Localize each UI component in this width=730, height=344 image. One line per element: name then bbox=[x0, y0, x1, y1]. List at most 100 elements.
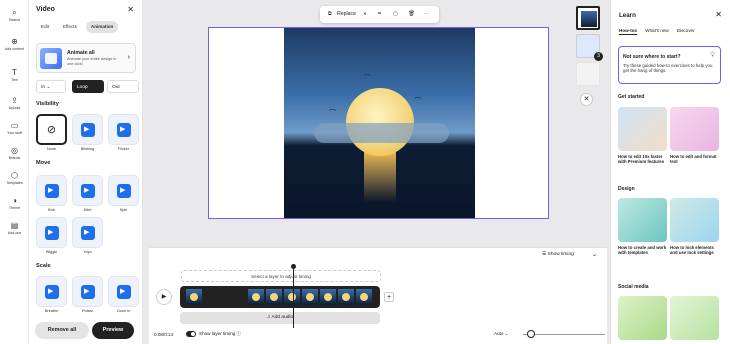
learn-title: Learn bbox=[619, 12, 636, 19]
tip-text: Try these guided how-to exercises to hel… bbox=[623, 63, 713, 74]
none-icon: ⊘ bbox=[46, 124, 57, 136]
page-thumbnail-2[interactable]: 3 bbox=[576, 34, 603, 61]
anim-spin[interactable]: Spin bbox=[108, 175, 139, 213]
anim-pulsar[interactable]: Pulsar bbox=[72, 276, 103, 314]
track-frame bbox=[338, 289, 354, 305]
show-timing-button[interactable]: ☰ Show timing bbox=[542, 252, 574, 257]
tab-effects[interactable]: Effects bbox=[58, 21, 82, 33]
learn-card[interactable] bbox=[670, 296, 719, 340]
design-heading: Design bbox=[618, 186, 635, 192]
track-frame bbox=[186, 289, 202, 305]
delete-icon[interactable]: 🗑︎ bbox=[408, 6, 415, 23]
add-audio-button[interactable]: ♫ Add audio bbox=[180, 312, 380, 324]
chevron-down-icon[interactable]: ⌄ bbox=[592, 251, 597, 258]
preview-button[interactable]: Preview bbox=[92, 322, 134, 339]
rail-add-ons[interactable]: ▤ Add-ons bbox=[0, 221, 29, 236]
chevron-right-icon: › bbox=[127, 54, 130, 61]
rail-templates[interactable]: ⬡ Templates bbox=[0, 171, 29, 186]
zoom-slider-handle[interactable] bbox=[527, 330, 535, 338]
anim-none[interactable]: ⊘ None bbox=[36, 114, 67, 152]
track-frame bbox=[284, 289, 300, 305]
add-page-button[interactable]: + bbox=[384, 292, 394, 302]
tab-animation[interactable]: Animation bbox=[85, 21, 119, 33]
close-icon[interactable]: ✕ bbox=[715, 10, 722, 19]
learn-tabs: How-tos What's new Discover bbox=[619, 28, 695, 35]
video-track[interactable] bbox=[180, 286, 380, 308]
anim-zoom-in[interactable]: Zoom in bbox=[108, 276, 139, 314]
more-icon[interactable]: ⋯ bbox=[424, 6, 429, 23]
learn-card[interactable] bbox=[618, 296, 667, 340]
animate-all-card[interactable]: Animate all Animate your entire design i… bbox=[36, 43, 136, 73]
replace-icon: ⧉ bbox=[328, 11, 332, 17]
replace-button[interactable]: Replace bbox=[337, 6, 356, 23]
direction-out[interactable]: Out bbox=[107, 80, 139, 93]
pulsar-icon bbox=[81, 285, 95, 299]
blinking-icon bbox=[81, 123, 95, 137]
add-ons-icon: ▤ bbox=[10, 221, 19, 230]
tip-card[interactable]: Not sure where to start? Try these guide… bbox=[618, 46, 721, 84]
volume-icon[interactable]: 🔈︎ bbox=[364, 6, 367, 23]
animate-all-title: Animate all bbox=[67, 50, 95, 56]
close-pages-icon[interactable]: ✕ bbox=[580, 93, 593, 106]
anim-wiggle[interactable]: Wiggle bbox=[36, 217, 67, 255]
rail-text[interactable]: T Text bbox=[0, 68, 29, 83]
anim-blinking[interactable]: Blinking bbox=[72, 114, 103, 152]
move-heading: Move bbox=[36, 160, 51, 166]
panel-title: Video bbox=[36, 6, 55, 13]
rail-search[interactable]: ⌕ Search bbox=[0, 8, 29, 23]
close-icon[interactable]: ✕ bbox=[127, 5, 134, 14]
play-button[interactable]: ▶ bbox=[156, 289, 172, 305]
search-icon: ⌕ bbox=[12, 8, 17, 17]
zoom-in-icon bbox=[117, 285, 131, 299]
bob-icon bbox=[45, 184, 59, 198]
rail-theme[interactable]: ◑ Theme bbox=[0, 196, 29, 211]
anim-breathe[interactable]: Breathe bbox=[36, 276, 67, 314]
tab-discover[interactable]: Discover bbox=[677, 28, 695, 35]
rail-upload[interactable]: ⇪ Upload bbox=[0, 96, 29, 111]
chevron-down-icon: ⌄ bbox=[504, 331, 509, 336]
wiggle-icon bbox=[45, 226, 59, 240]
tab-edit[interactable]: Edit bbox=[36, 21, 54, 33]
page-thumbnail-1[interactable] bbox=[576, 6, 600, 30]
playhead[interactable] bbox=[291, 264, 296, 328]
learn-card[interactable]: How to edit and format text bbox=[670, 107, 719, 164]
theme-icon: ◑ bbox=[12, 196, 17, 205]
timing-icon: ☰ bbox=[542, 252, 547, 257]
tab-how-tos[interactable]: How-tos bbox=[619, 28, 638, 35]
page-thumbnail-3[interactable] bbox=[576, 62, 600, 86]
context-toolbar: ⧉ Replace 🔈︎ ⌗ ▢ 🗑︎ ⋯ bbox=[320, 6, 439, 23]
animate-all-subtitle: Animate your entire design in one click! bbox=[67, 57, 117, 66]
rail-add-content[interactable]: ⊕ Add content bbox=[0, 37, 29, 52]
info-icon[interactable]: ⓘ bbox=[237, 331, 242, 336]
video-layer[interactable]: ⌒ ⌒ ⌒ bbox=[284, 28, 475, 218]
direction-loop[interactable]: Loop bbox=[72, 80, 104, 93]
tab-whats-new[interactable]: What's new bbox=[645, 28, 669, 35]
anim-bob[interactable]: Bob bbox=[36, 175, 67, 213]
anim-flicker[interactable]: Flicker bbox=[108, 114, 139, 152]
rail-brands[interactable]: ◎ Brands bbox=[0, 146, 29, 161]
zoom-auto-select[interactable]: Auto ⌄ bbox=[494, 331, 509, 337]
direction-in[interactable]: In ⌄ bbox=[36, 80, 66, 93]
track-frame bbox=[320, 289, 336, 305]
flicker-icon bbox=[117, 123, 131, 137]
animate-all-thumbnail bbox=[40, 48, 62, 69]
anim-yoyo[interactable]: Yoyo bbox=[72, 217, 103, 255]
music-icon: ♫ bbox=[266, 315, 271, 320]
get-started-heading: Get started bbox=[618, 94, 645, 100]
remove-all-button[interactable]: Remove all bbox=[35, 322, 89, 339]
cloud-image bbox=[314, 123, 449, 143]
crop-icon[interactable]: ⌗ bbox=[378, 6, 381, 23]
learn-card[interactable]: How to edit 10x faster with Premium feat… bbox=[618, 107, 667, 164]
comment-icon[interactable]: ▢ bbox=[393, 6, 398, 23]
time-readout: 0:08/0:14 bbox=[154, 332, 174, 337]
play-icon: ▶ bbox=[161, 294, 167, 300]
rail-your-stuff[interactable]: ▭ Your stuff bbox=[0, 121, 29, 136]
yoyo-icon bbox=[81, 226, 95, 240]
scale-heading: Scale bbox=[36, 263, 51, 269]
layer-timing-toggle[interactable] bbox=[186, 331, 196, 337]
lightbulb-icon: 💡︎ bbox=[710, 52, 715, 59]
learn-card[interactable]: How to create and work with templates bbox=[618, 198, 667, 255]
learn-card[interactable]: How to lock elements and use lock settin… bbox=[670, 198, 719, 255]
anim-jitter[interactable]: Jitter bbox=[72, 175, 103, 213]
zoom-slider[interactable] bbox=[523, 334, 605, 335]
